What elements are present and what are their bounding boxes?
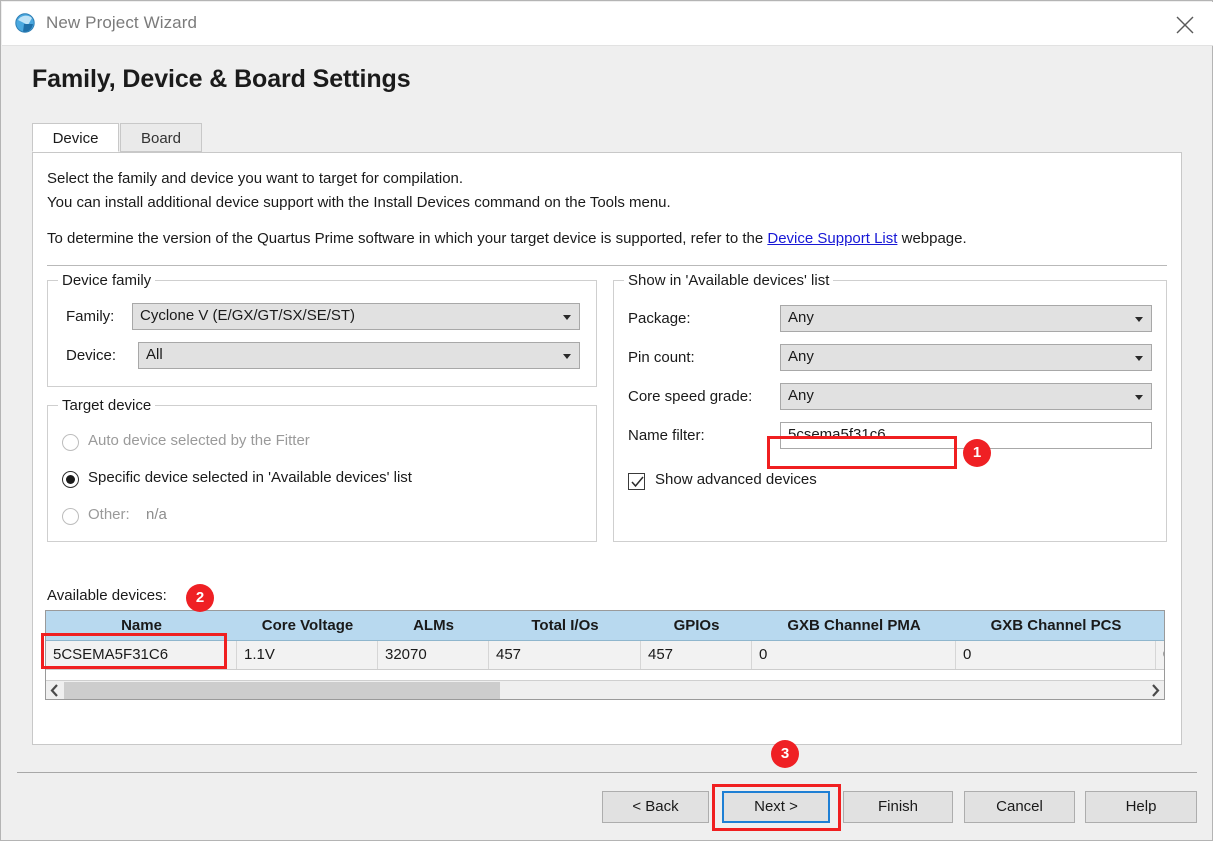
description-line-3-after: webpage.: [897, 230, 967, 247]
tab-board[interactable]: Board: [120, 123, 202, 152]
show-advanced-devices-label: Show advanced devices: [655, 471, 817, 488]
column-header-gxb-channel-pma[interactable]: GXB Channel PMA: [752, 611, 956, 640]
radio-specific-device-label: Specific device selected in 'Available d…: [88, 469, 412, 486]
column-header-gpios[interactable]: GPIOs: [641, 611, 752, 640]
cell-core-voltage: 1.1V: [237, 641, 378, 669]
show-advanced-devices-checkbox[interactable]: [628, 473, 645, 490]
device-select[interactable]: All: [138, 342, 580, 369]
device-label: Device:: [66, 347, 117, 364]
horizontal-scrollbar[interactable]: [46, 680, 1164, 699]
device-family-group: Device family Family: Cyclone V (E/GX/GT…: [47, 272, 597, 387]
available-devices-table: Name Core Voltage ALMs Total I/Os GPIOs …: [45, 610, 1165, 700]
radio-specific-device-indicator[interactable]: [62, 471, 79, 488]
pin-count-select-value: Any: [788, 348, 814, 365]
family-select[interactable]: Cyclone V (E/GX/GT/SX/SE/ST): [132, 303, 580, 330]
device-support-list-link[interactable]: Device Support List: [767, 230, 897, 247]
chevron-down-icon: [1135, 356, 1143, 361]
tab-device[interactable]: Device: [32, 123, 119, 152]
name-filter-input[interactable]: 5csema5f31c6: [780, 422, 1152, 449]
description-line-1: Select the family and device you want to…: [47, 170, 464, 187]
page-title: Family, Device & Board Settings: [32, 65, 411, 93]
name-filter-input-value: 5csema5f31c6: [788, 426, 886, 443]
next-button[interactable]: Next >: [722, 791, 830, 823]
description-line-3: To determine the version of the Quartus …: [47, 230, 967, 247]
help-button[interactable]: Help: [1085, 791, 1197, 823]
cell-alms: 32070: [378, 641, 489, 669]
device-select-value: All: [146, 346, 163, 363]
package-select[interactable]: Any: [780, 305, 1152, 332]
column-header-core-voltage[interactable]: Core Voltage: [237, 611, 378, 640]
tab-strip: Device Board: [32, 123, 1182, 153]
package-label: Package:: [628, 310, 691, 327]
cancel-button[interactable]: Cancel: [964, 791, 1075, 823]
new-project-wizard-window: New Project Wizard Family, Device & Boar…: [0, 0, 1213, 841]
finish-button[interactable]: Finish: [843, 791, 953, 823]
chevron-down-icon: [1135, 317, 1143, 322]
radio-other-device-value: n/a: [146, 506, 167, 523]
package-select-value: Any: [788, 309, 814, 326]
cell-name: 5CSEMA5F31C6: [46, 641, 237, 669]
column-header-alms[interactable]: ALMs: [378, 611, 489, 640]
column-header-name[interactable]: Name: [46, 611, 237, 640]
radio-auto-device-indicator[interactable]: [62, 434, 79, 451]
device-family-group-title: Device family: [58, 272, 156, 289]
cell-gxb-channel-pcs: 0: [956, 641, 1156, 669]
table-row[interactable]: 5CSEMA5F31C6 1.1V 32070 457 457 0 0 0: [46, 641, 1164, 670]
column-header-gxb-channel-pcs[interactable]: GXB Channel PCS: [956, 611, 1156, 640]
column-header-total-ios[interactable]: Total I/Os: [489, 611, 641, 640]
core-speed-grade-label: Core speed grade:: [628, 388, 753, 405]
cell-gxb-channel-pma: 0: [752, 641, 956, 669]
divider: [47, 265, 1167, 266]
close-icon[interactable]: [1163, 6, 1207, 42]
available-devices-label: Available devices:: [47, 587, 167, 604]
show-in-available-devices-group: Show in 'Available devices' list Package…: [613, 272, 1167, 542]
family-label: Family:: [66, 308, 115, 325]
name-filter-label: Name filter:: [628, 427, 705, 444]
chevron-down-icon: [563, 315, 571, 320]
radio-other-device-indicator[interactable]: [62, 508, 79, 525]
chevron-down-icon: [563, 354, 571, 359]
core-speed-grade-select-value: Any: [788, 387, 814, 404]
family-select-value: Cyclone V (E/GX/GT/SX/SE/ST): [140, 307, 356, 324]
chevron-down-icon: [1135, 395, 1143, 400]
radio-other-device-label: Other:: [88, 506, 130, 523]
quartus-globe-icon: [14, 12, 38, 36]
target-device-group: Target device Auto device selected by th…: [47, 397, 597, 542]
description-line-2: You can install additional device suppor…: [47, 194, 671, 211]
radio-auto-device-label: Auto device selected by the Fitter: [88, 432, 310, 449]
footer-divider: [17, 772, 1197, 773]
back-button[interactable]: < Back: [602, 791, 709, 823]
table-header-row: Name Core Voltage ALMs Total I/Os GPIOs …: [46, 611, 1164, 641]
cell-gpios: 457: [641, 641, 752, 669]
table-empty-space: [46, 670, 1164, 680]
pin-count-select[interactable]: Any: [780, 344, 1152, 371]
title-bar: New Project Wizard: [2, 2, 1213, 46]
chevron-left-icon[interactable]: [46, 681, 64, 699]
device-settings-panel: Select the family and device you want to…: [32, 152, 1182, 745]
target-device-group-title: Target device: [58, 397, 156, 414]
cell-total-ios: 457: [489, 641, 641, 669]
scrollbar-thumb[interactable]: [64, 682, 500, 699]
description-line-3-before: To determine the version of the Quartus …: [47, 230, 768, 247]
chevron-right-icon[interactable]: [1146, 681, 1164, 699]
window-title: New Project Wizard: [46, 13, 198, 32]
pin-count-label: Pin count:: [628, 349, 695, 366]
show-in-available-devices-title: Show in 'Available devices' list: [624, 272, 834, 289]
core-speed-grade-select[interactable]: Any: [780, 383, 1152, 410]
cell-overflow: 0: [1156, 641, 1164, 669]
